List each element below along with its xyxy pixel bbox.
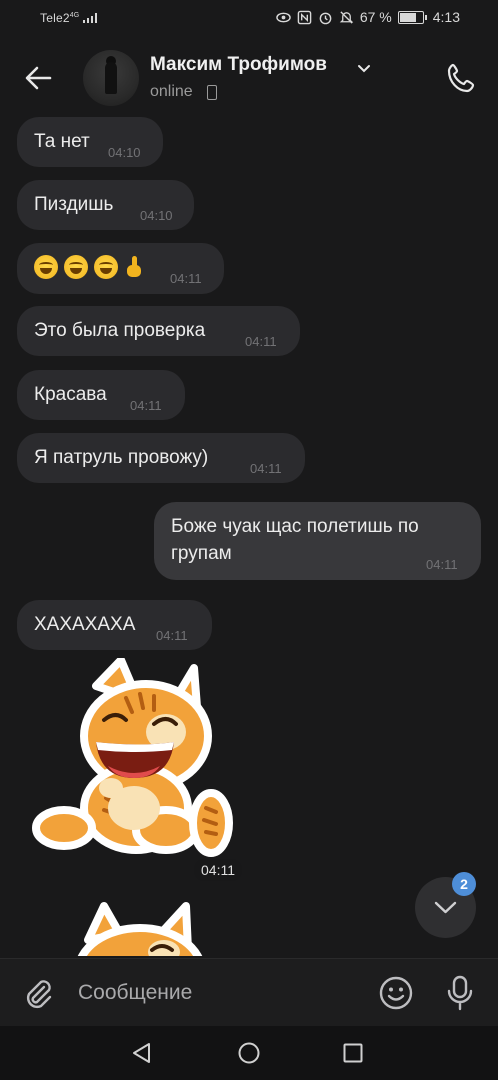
laughing-emoji-icon: [94, 255, 118, 279]
message-text: Та нет: [34, 131, 90, 152]
status-icons: 67 % 4:13: [276, 9, 460, 25]
contact-status: online: [150, 83, 193, 100]
carrier-name: Tele2: [40, 11, 70, 25]
message-time: 04:11: [156, 628, 188, 643]
clock: 4:13: [432, 9, 460, 25]
network-type: 4G: [69, 12, 80, 19]
chat-header: Максим Трофимов online: [0, 40, 498, 116]
battery-percent: 67 %: [359, 9, 392, 25]
message-bubble-outgoing[interactable]: Боже чуак щас полетишь по групам 04:11: [154, 502, 481, 580]
message-bubble-incoming[interactable]: Та нет 04:10: [17, 117, 163, 167]
message-bubble-incoming[interactable]: ХАХАХАХА 04:11: [17, 600, 212, 650]
microphone-icon[interactable]: [442, 974, 478, 1012]
message-bubble-incoming[interactable]: Это была проверка 04:11: [17, 306, 300, 356]
message-time: 04:10: [140, 208, 173, 223]
chevron-down-icon: [434, 901, 457, 914]
nav-recents-icon[interactable]: [343, 1043, 363, 1063]
message-time: 04:10: [108, 145, 141, 160]
carrier-label: Tele24G: [40, 11, 99, 25]
mobile-device-icon: [207, 85, 217, 100]
nav-home-icon[interactable]: [238, 1042, 260, 1064]
paperclip-icon[interactable]: [22, 977, 54, 1009]
system-nav-bar: [0, 1026, 498, 1080]
message-composer: [0, 958, 498, 1027]
laughing-cat-sticker[interactable]: [26, 658, 241, 858]
chevron-down-icon[interactable]: [356, 60, 372, 76]
eye-icon: [276, 12, 291, 22]
status-bar: Tele24G 67 % 4:13: [0, 0, 498, 36]
smiley-icon[interactable]: [378, 975, 414, 1011]
nfc-icon: [297, 10, 312, 24]
message-time: 04:11: [250, 461, 282, 476]
message-text: Боже чуак щас полетишь по групам: [171, 516, 419, 564]
message-text: Это была проверка: [34, 320, 206, 341]
contact-name[interactable]: Максим Трофимов: [150, 54, 327, 76]
message-text: Пиздишь: [34, 194, 114, 215]
signal-icon: [82, 13, 97, 23]
laughing-emoji-icon: [34, 255, 58, 279]
emoji-row: [34, 255, 144, 279]
back-arrow-icon[interactable]: [20, 60, 56, 96]
message-time: 04:11: [245, 334, 277, 349]
message-time: 04:11: [426, 557, 458, 572]
message-time: 04:11: [130, 398, 162, 413]
unread-count-badge: 2: [452, 872, 476, 896]
battery-icon: [397, 10, 427, 24]
message-text: ХАХАХАХА: [34, 614, 136, 635]
sticker-time: 04:11: [194, 859, 242, 881]
nav-back-icon[interactable]: [131, 1042, 153, 1064]
message-list[interactable]: Та нет 04:10 Пиздишь 04:10 😆😆😆☝️ 04:11 Э…: [0, 114, 498, 956]
pointing-up-emoji-icon: [127, 256, 141, 277]
laughing-emoji-icon: [64, 255, 88, 279]
message-text: Я патруль провожу): [34, 447, 209, 468]
avatar[interactable]: [83, 50, 139, 106]
message-bubble-incoming[interactable]: Я патруль провожу) 04:11: [17, 433, 305, 483]
message-time: 04:11: [170, 271, 202, 286]
alarm-icon: [319, 12, 332, 24]
mute-bell-icon: [339, 10, 354, 24]
message-bubble-incoming[interactable]: Красава 04:11: [17, 370, 185, 420]
cat-sticker-partial[interactable]: [68, 900, 208, 956]
message-bubble-incoming[interactable]: Пиздишь 04:10: [17, 180, 194, 230]
message-input[interactable]: [78, 976, 358, 1010]
message-text: Красава: [34, 384, 107, 405]
message-bubble-incoming[interactable]: 😆😆😆☝️ 04:11: [17, 243, 224, 294]
phone-icon[interactable]: [444, 60, 480, 96]
